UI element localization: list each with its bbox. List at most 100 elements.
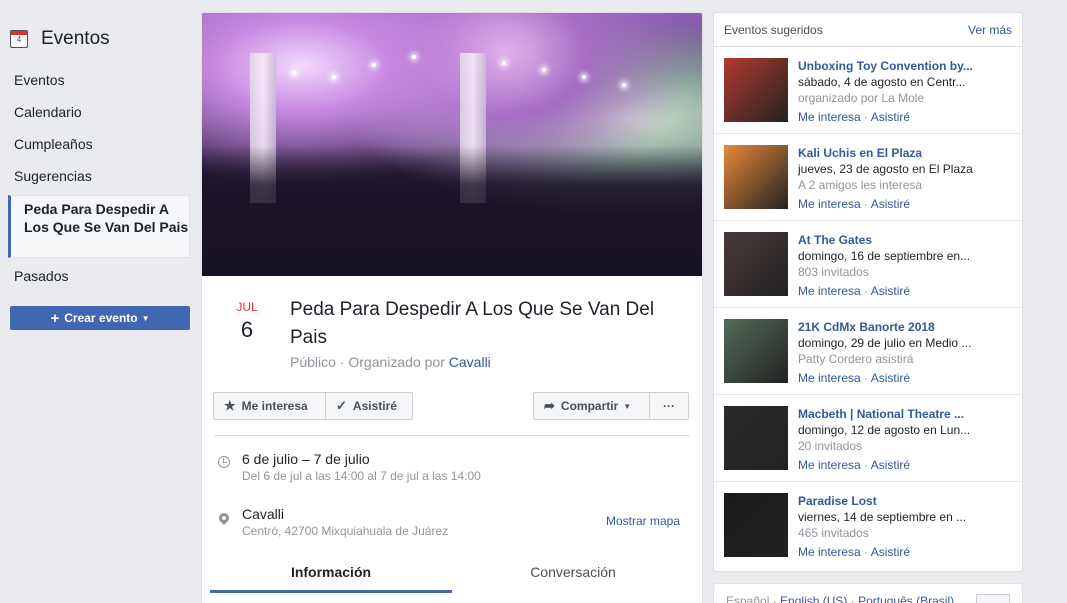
create-event-label: Crear evento	[64, 311, 138, 325]
suggested-event-when: jueves, 23 de agosto en El Plaza	[798, 162, 973, 176]
event-thumbnail[interactable]	[724, 145, 788, 209]
suggested-event-when: viernes, 14 de septiembre en ...	[798, 510, 967, 524]
suggested-event-title[interactable]: Paradise Lost	[798, 493, 1018, 509]
event-thumbnail[interactable]	[724, 319, 788, 383]
attend-link[interactable]: Asistiré	[871, 458, 910, 472]
language-footer: Español · English (US) · Português (Bras…	[713, 583, 1023, 603]
event-cover-photo[interactable]	[202, 13, 702, 276]
suggested-event-item: Paradise Lost viernes, 14 de septiembre e…	[714, 482, 1022, 569]
tab-informacion[interactable]: Información	[210, 561, 452, 593]
sidebar-item-pasados[interactable]: Pasados	[14, 267, 68, 285]
organizer-link[interactable]: Cavalli	[449, 354, 491, 370]
event-thumbnail[interactable]	[724, 232, 788, 296]
create-event-button[interactable]: + Crear evento ▼	[10, 306, 190, 330]
event-organized-by: Organizado por	[348, 354, 445, 370]
language-english[interactable]: English (US)	[780, 594, 847, 603]
suggested-event-when: domingo, 16 de septiembre en...	[798, 249, 971, 263]
suggested-event-item: Kali Uchis en El Plaza jueves, 23 de agos…	[714, 134, 1022, 221]
more-options-button[interactable]: ···	[649, 392, 689, 420]
suggested-event-when: sábado, 4 de agosto en Centr...	[798, 75, 966, 89]
sidebar-item-eventos[interactable]: Eventos	[14, 71, 65, 89]
tab-conversacion[interactable]: Conversación	[452, 561, 694, 593]
interested-label: Me interesa	[241, 399, 308, 413]
location-pin-icon	[216, 510, 232, 526]
calendar-day-number: 4	[16, 35, 22, 44]
suggested-event-item: At The Gates domingo, 16 de septiembre en…	[714, 221, 1022, 308]
language-espanol[interactable]: Español	[726, 594, 769, 603]
suggested-event-item: Macbeth | National Theatre ... domingo, 1…	[714, 395, 1022, 482]
interested-link[interactable]: Me interesa	[798, 545, 861, 559]
suggested-event-item: 21K CdMx Banorte 2018 domingo, 29 de juli…	[714, 308, 1022, 395]
sidebar-title: Eventos	[41, 28, 110, 49]
suggested-event-title[interactable]: Macbeth | National Theatre ...	[798, 406, 1018, 422]
sidebar-item-calendario[interactable]: Calendario	[14, 103, 82, 121]
event-thumbnail[interactable]	[724, 493, 788, 557]
event-day: 6	[240, 317, 254, 342]
suggested-events-panel: Eventos sugeridos Ver más Unboxing Toy C…	[713, 12, 1023, 572]
sidebar-item-sugerencias[interactable]: Sugerencias	[14, 167, 92, 185]
interested-link[interactable]: Me interesa	[798, 197, 861, 211]
sidebar-item-cumpleanos[interactable]: Cumpleaños	[14, 135, 93, 153]
event-date-row: 6 de julio – 7 de julio Del 6 de jul a l…	[216, 450, 481, 484]
share-button[interactable]: ➦ Compartir ▼	[533, 392, 650, 420]
plus-icon: +	[50, 309, 60, 327]
event-card: JUL 6 Peda Para Despedir A Los Que Se Va…	[201, 12, 703, 603]
event-date-detail: Del 6 de jul a las 14:00 al 7 de jul a l…	[242, 469, 481, 483]
attend-label: Asistiré	[352, 399, 397, 413]
suggested-events-title: Eventos sugeridos	[724, 22, 823, 37]
more-languages-button[interactable]	[976, 594, 1010, 603]
interested-link[interactable]: Me interesa	[798, 284, 861, 298]
event-month: JUL	[236, 300, 258, 314]
suggested-event-meta: 465 invitados	[798, 526, 869, 540]
calendar-icon: 4	[10, 30, 28, 48]
suggested-event-meta: Patty Cordero asistirá	[798, 352, 914, 366]
suggested-event-meta: 20 invitados	[798, 439, 863, 453]
suggested-event-title[interactable]: Unboxing Toy Convention by...	[798, 58, 1018, 74]
suggested-event-title[interactable]: 21K CdMx Banorte 2018	[798, 319, 1018, 335]
event-thumbnail[interactable]	[724, 58, 788, 122]
sidebar-header[interactable]: 4 Eventos	[10, 28, 110, 50]
event-date-range: 6 de julio – 7 de julio	[242, 451, 370, 467]
attend-link[interactable]: Asistiré	[871, 545, 910, 559]
event-place-address: Centró, 42700 Mixquiahuala de Juárez	[242, 524, 449, 538]
event-location-row: Cavalli Centró, 42700 Mixquiahuala de Ju…	[216, 505, 448, 539]
suggested-event-item: Unboxing Toy Convention by... sábado, 4 d…	[714, 47, 1022, 134]
show-map-link[interactable]: Mostrar mapa	[606, 514, 680, 528]
event-subtitle: Público · Organizado por Cavalli	[290, 354, 491, 370]
event-title: Peda Para Despedir A Los Que Se Van Del …	[290, 299, 655, 348]
suggested-event-title[interactable]: Kali Uchis en El Plaza	[798, 145, 1018, 161]
star-icon: ★	[224, 398, 236, 413]
share-label: Compartir	[560, 399, 619, 413]
language-portugues[interactable]: Português (Brasil)	[858, 594, 954, 603]
suggested-event-when: domingo, 29 de julio en Medio ...	[798, 336, 972, 350]
interested-button[interactable]: ★ Me interesa	[213, 392, 326, 420]
attend-link[interactable]: Asistiré	[871, 371, 910, 385]
suggested-event-meta: 803 invitados	[798, 265, 869, 279]
suggested-event-title[interactable]: At The Gates	[798, 232, 1018, 248]
interested-link[interactable]: Me interesa	[798, 371, 861, 385]
attend-link[interactable]: Asistiré	[871, 110, 910, 124]
suggested-event-meta: organizado por La Mole	[798, 91, 925, 105]
interested-link[interactable]: Me interesa	[798, 458, 861, 472]
suggested-event-when: domingo, 12 de agosto en Lun...	[798, 423, 971, 437]
attend-link[interactable]: Asistiré	[871, 197, 910, 211]
event-tabs: Información Conversación	[210, 561, 694, 593]
attend-button[interactable]: ✓ Asistiré	[325, 392, 413, 420]
suggested-events-list: Unboxing Toy Convention by... sábado, 4 d…	[714, 47, 1022, 569]
sidebar-item-current-event[interactable]: Peda Para Despedir A Los Que Se Van Del …	[8, 195, 190, 258]
see-more-link[interactable]: Ver más	[968, 23, 1012, 37]
caret-down-icon: ▼	[141, 313, 150, 323]
event-thumbnail[interactable]	[724, 406, 788, 470]
clock-icon	[218, 456, 230, 468]
more-icon: ···	[663, 399, 675, 413]
attend-link[interactable]: Asistiré	[871, 284, 910, 298]
suggested-event-meta: A 2 amigos les interesa	[798, 178, 923, 192]
event-place-name[interactable]: Cavalli	[242, 505, 448, 523]
checkmark-icon: ✓	[336, 398, 347, 413]
suggested-events-header: Eventos sugeridos Ver más	[714, 13, 1022, 47]
event-privacy: Público	[290, 354, 336, 370]
event-date-badge: JUL 6	[222, 300, 272, 344]
interested-link[interactable]: Me interesa	[798, 110, 861, 124]
divider	[214, 435, 690, 436]
share-arrow-icon: ➦	[544, 398, 555, 413]
